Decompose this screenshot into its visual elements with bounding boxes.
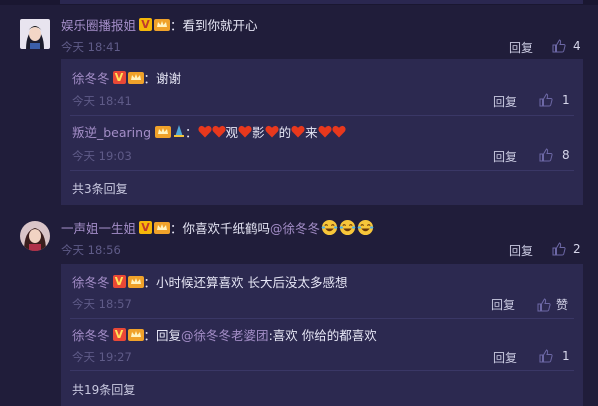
crown-badge-icon [155, 124, 172, 138]
heart-emoji-group [318, 125, 346, 138]
colon: ： [170, 17, 183, 33]
timestamp: 今天 18:41 [72, 94, 132, 108]
heart-icon [318, 125, 332, 137]
reply-line: 叛逆_bearing ： 观 影 的 来 [72, 122, 346, 140]
like-label: 赞 [556, 298, 569, 312]
reply-button[interactable]: 回复 [493, 148, 517, 165]
crown-badge-icon [127, 327, 144, 341]
laugh-cry-emoji-icon [321, 219, 338, 235]
like-count: 8 [562, 148, 570, 162]
username[interactable]: 徐冬冬 [72, 325, 110, 344]
username[interactable]: 徐冬冬 [72, 272, 110, 291]
reply-line: 徐冬冬 V ： 小时候还算喜欢 长大后没太多感想 [72, 272, 348, 290]
verified-v-icon: V [139, 17, 153, 31]
reply-text-part: 来 [305, 124, 318, 140]
timestamp: 今天 18:57 [72, 297, 132, 311]
thumb-up-icon [552, 39, 566, 53]
heart-icon [211, 125, 226, 137]
more-replies-link[interactable]: 共3条回复 [72, 180, 128, 197]
like-count: 1 [562, 93, 570, 107]
divider [70, 318, 574, 319]
timestamp: 今天 18:41 [61, 40, 121, 54]
comment-line: 一声姐一生姐 V ： 你喜欢千纸鹤吗 @徐冬冬 [61, 218, 374, 236]
heart-icon [264, 125, 279, 137]
heart-icon [332, 125, 346, 137]
colon: ： [170, 220, 183, 236]
crown-badge-icon [154, 17, 171, 31]
like-button[interactable]: 2 [552, 242, 581, 256]
heart-icon [291, 125, 305, 137]
like-count: 2 [573, 242, 581, 256]
colon: ： [143, 327, 157, 343]
username[interactable]: 一声姐一生姐 [61, 218, 136, 237]
thumb-up-icon [539, 349, 553, 363]
timestamp: 今天 19:27 [72, 350, 132, 364]
like-button[interactable]: 4 [552, 39, 581, 53]
like-count: 1 [562, 349, 570, 363]
verified-v-icon: V [112, 327, 126, 341]
laugh-cry-emoji-icon [339, 219, 356, 235]
divider [70, 370, 574, 371]
mention-link[interactable]: @徐冬冬 [270, 218, 320, 237]
heart-icon [238, 125, 252, 137]
avatar[interactable] [20, 19, 50, 49]
comment-text: 你喜欢千纸鹤吗 [182, 220, 271, 236]
thumb-up-icon [552, 242, 566, 256]
thumb-up-icon [539, 148, 553, 162]
heart-emoji-group [197, 125, 226, 138]
reply-text: 谢谢 [156, 70, 182, 86]
reply-prefix: 回复 [156, 327, 182, 343]
heart-icon [197, 125, 212, 137]
crown-badge-icon [154, 220, 171, 234]
crown-badge-icon [127, 70, 144, 84]
laugh-cry-emoji-icon [357, 219, 374, 235]
more-replies-link[interactable]: 共19条回复 [72, 381, 135, 398]
like-button[interactable]: 1 [539, 349, 570, 363]
username[interactable]: 叛逆_bearing [72, 122, 151, 141]
reply-text: 小时候还算喜欢 长大后没太多感想 [156, 274, 348, 290]
username[interactable]: 徐冬冬 [72, 68, 110, 87]
divider [70, 115, 574, 116]
divider [70, 170, 574, 171]
like-count: 4 [573, 39, 581, 53]
verified-v-icon: V [139, 220, 153, 234]
colon: ： [185, 124, 198, 140]
top-strip [60, 0, 583, 4]
username[interactable]: 娱乐圈播报姐 [61, 15, 136, 34]
reply-text-part: 影 [252, 124, 265, 140]
reply-button[interactable]: 回复 [509, 242, 533, 259]
colon: ： [143, 70, 157, 86]
reply-text-part: 的 [278, 124, 292, 140]
timestamp: 今天 19:03 [72, 149, 132, 163]
thumb-up-icon [539, 93, 553, 107]
verified-v-icon: V [112, 70, 126, 84]
thumb-up-icon [537, 297, 551, 311]
crown-badge-icon [127, 274, 144, 288]
comment-line: 娱乐圈播报姐 V ： 看到你就开心 [61, 15, 258, 33]
reply-line: 徐冬冬 V ： 谢谢 [72, 68, 181, 86]
like-button[interactable]: 8 [539, 148, 570, 162]
reply-button[interactable]: 回复 [509, 39, 533, 56]
timestamp: 今天 18:56 [61, 243, 121, 257]
reply-text-part: 观 [225, 124, 239, 140]
reply-button[interactable]: 回复 [491, 296, 515, 313]
reply-line: 徐冬冬 V ： 回复 @徐冬冬老婆团 :喜欢 你给的都喜欢 [72, 325, 377, 343]
colon: ： [143, 274, 157, 290]
top-bar [0, 0, 598, 5]
verified-v-icon: V [112, 274, 126, 288]
level-badge-icon [173, 124, 185, 138]
avatar[interactable] [20, 221, 50, 251]
like-button[interactable]: 1 [539, 93, 570, 107]
reply-text: :喜欢 你给的都喜欢 [268, 327, 377, 343]
comment-text: 看到你就开心 [182, 17, 258, 33]
reply-button[interactable]: 回复 [493, 349, 517, 366]
mention-link[interactable]: @徐冬冬老婆团 [181, 325, 269, 344]
reply-button[interactable]: 回复 [493, 93, 517, 110]
like-button[interactable]: 赞 [537, 296, 568, 313]
